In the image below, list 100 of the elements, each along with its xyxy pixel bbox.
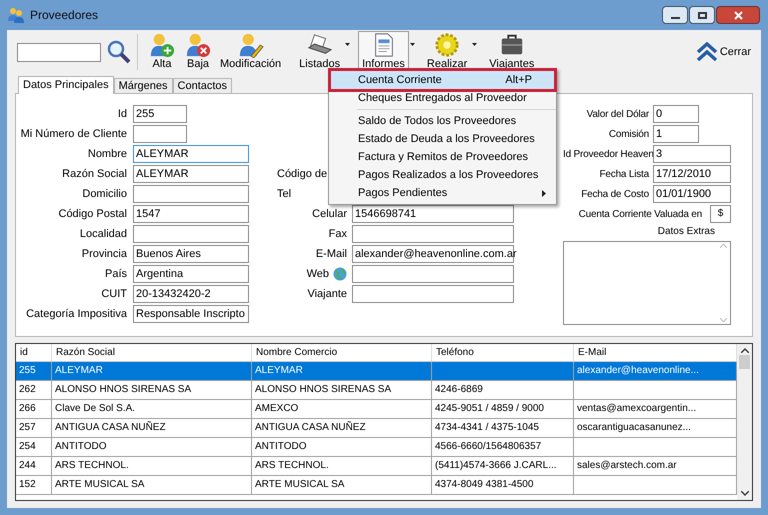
text-field[interactable]: Responsable Inscripto xyxy=(133,305,249,323)
globe-icon[interactable] xyxy=(333,267,347,281)
table-cell: 4566-6660/1564806357 xyxy=(432,438,574,456)
menu-item[interactable]: Pagos Pendientes xyxy=(331,184,554,202)
text-field[interactable]: 1547 xyxy=(133,205,249,223)
dropdown-arrow-icon[interactable] xyxy=(345,42,350,46)
text-field[interactable]: ALEYMAR xyxy=(133,165,249,183)
table-row[interactable]: 152 ARTE MUSICAL SA ARTE MUSICAL SA 4374-8049 4381-4500 xyxy=(16,476,737,495)
column-header[interactable]: Teléfono xyxy=(432,344,574,361)
scroll-down-icon[interactable] xyxy=(740,491,748,496)
text-field[interactable]: 17/12/2010 xyxy=(653,165,731,183)
toolbar-button[interactable]: Realizar xyxy=(422,31,472,73)
toolbar-button[interactable]: Baja xyxy=(180,31,216,73)
text-field[interactable]: 20-13432420-2 xyxy=(133,285,249,303)
menu-item[interactable]: Saldo de Todos los Proveedores xyxy=(331,112,554,130)
dropdown-arrow-icon[interactable] xyxy=(410,42,415,46)
table-row[interactable]: 255 ALEYMAR ALEYMAR alexander@heavenonline... xyxy=(16,362,737,381)
user-add-icon xyxy=(148,32,176,58)
currency-field[interactable]: $ xyxy=(710,205,731,223)
menu-item[interactable]: Pagos Realizados a los Proveedores xyxy=(331,166,554,184)
text-field[interactable]: 1546698741 xyxy=(352,205,514,223)
table-cell: ANTIGUA CASA NUÑEZ xyxy=(252,419,432,437)
text-field[interactable]: 1 xyxy=(653,125,699,143)
table-cell: ANTIGUA CASA NUÑEZ xyxy=(52,419,252,437)
field-label: Domicilio xyxy=(81,186,127,202)
menu-item[interactable]: Factura y Remitos de Proveedores xyxy=(331,148,554,166)
field-label: Cuenta Corriente Valuada en xyxy=(578,208,702,222)
text-field[interactable] xyxy=(133,185,249,203)
tab[interactable]: Contactos xyxy=(172,78,232,94)
table-cell: (5411)4574-3666 J.CARL... xyxy=(432,457,574,475)
text-field[interactable]: 01/01/1900 xyxy=(653,185,731,203)
field-label: Fecha Lista xyxy=(598,168,649,182)
field-label: Web xyxy=(306,266,329,282)
table-cell: ANTITODO xyxy=(252,438,432,456)
tab[interactable]: Datos Principales xyxy=(18,76,114,94)
text-field[interactable]: Buenos Aires xyxy=(133,245,249,263)
user-remove-icon xyxy=(184,32,212,58)
field-label: Tel xyxy=(277,186,292,202)
close-icon xyxy=(734,10,742,20)
table-cell: 244 xyxy=(16,457,52,475)
toolbar-button[interactable]: Alta xyxy=(144,31,180,73)
text-area[interactable] xyxy=(563,241,731,325)
field-label: Valor del Dólar xyxy=(586,108,649,122)
text-field[interactable] xyxy=(352,225,514,243)
table-cell: 254 xyxy=(16,438,52,456)
table-cell: ARTE MUSICAL SA xyxy=(252,476,432,494)
minimize-button[interactable] xyxy=(662,6,688,24)
field-label: E-Mail xyxy=(316,246,347,262)
text-field[interactable] xyxy=(133,125,187,143)
field-label: Nombre xyxy=(86,146,127,162)
text-field[interactable]: ALEYMAR xyxy=(133,145,249,163)
close-window-button[interactable]: Cerrar xyxy=(696,42,753,62)
table-cell: 4734-4341 / 4375-1045 xyxy=(432,419,574,437)
text-field[interactable]: 0 xyxy=(653,105,699,123)
table-cell: 4374-8049 4381-4500 xyxy=(432,476,574,494)
table-cell: ARTE MUSICAL SA xyxy=(52,476,252,494)
table-row[interactable]: 266 Clave De Sol S.A. AMEXCO 4245-9051 / 4859 / 9000 ventas@amexcoargentin... xyxy=(16,400,737,419)
table-cell: ARS TECHNOL. xyxy=(252,457,432,475)
menu-item[interactable]: Cuenta Corriente Alt+P xyxy=(331,71,554,89)
menu-item[interactable]: Estado de Deuda a los Proveedores xyxy=(331,130,554,148)
table-cell: AMEXCO xyxy=(252,400,432,418)
scroll-up-icon[interactable] xyxy=(740,348,748,353)
menu-item[interactable]: Cheques Entregados al Proveedor xyxy=(331,89,554,107)
table-cell: 4246-6869 xyxy=(432,381,574,399)
text-field[interactable] xyxy=(133,225,249,243)
search-icon[interactable] xyxy=(107,40,131,64)
column-header[interactable]: id xyxy=(16,344,52,361)
table-cell: Clave De Sol S.A. xyxy=(52,400,252,418)
table-cell: 257 xyxy=(16,419,52,437)
table-cell: 262 xyxy=(16,381,52,399)
field-label: Provincia xyxy=(80,246,127,262)
table-row[interactable]: 262 ALONSO HNOS SIRENAS SA ALONSO HNOS SIRENAS SA 4246-6869 xyxy=(16,381,737,400)
text-field[interactable] xyxy=(352,265,514,283)
table-cell: ALONSO HNOS SIRENAS SA xyxy=(252,381,432,399)
field-label: Fax xyxy=(328,226,347,242)
gear-icon xyxy=(433,32,462,58)
search-field[interactable] xyxy=(17,42,101,62)
text-field[interactable]: 3 xyxy=(653,145,731,163)
toolbar-button[interactable]: Modificación xyxy=(216,31,286,73)
close-button[interactable] xyxy=(716,6,760,24)
table-row[interactable]: 257 ANTIGUA CASA NUÑEZ ANTIGUA CASA NUÑEZ 4734-4341 / 4375-1045 oscarantiguacasanunez... xyxy=(16,419,737,438)
field-label: Mi Número de Cliente xyxy=(20,126,127,142)
text-field[interactable]: Argentina xyxy=(133,265,249,283)
tab[interactable]: Márgenes xyxy=(114,78,173,94)
text-field[interactable]: 255 xyxy=(133,105,187,123)
table-row[interactable]: 254 ANTITODO ANTITODO 4566-6660/1564806357 xyxy=(16,438,737,457)
dropdown-arrow-icon[interactable] xyxy=(472,42,478,46)
column-header[interactable]: Razón Social xyxy=(52,344,252,361)
maximize-button[interactable] xyxy=(689,6,715,24)
scroll-thumb[interactable] xyxy=(739,355,750,369)
table-cell: ALEYMAR xyxy=(252,362,432,380)
table-cell: 255 xyxy=(16,362,52,380)
double-chevron-up-icon xyxy=(696,42,718,62)
scrollbar[interactable] xyxy=(737,344,752,500)
table-row[interactable]: 244 ARS TECHNOL. ARS TECHNOL. (5411)4574-3666 J.CARL... sales@arstech.com.ar xyxy=(16,457,737,476)
column-header[interactable]: Nombre Comercio xyxy=(252,344,432,361)
text-field[interactable]: alexander@heavenonline.com.ar xyxy=(352,245,514,263)
text-field[interactable] xyxy=(352,285,514,303)
field-label: Localidad xyxy=(78,226,127,242)
field-label: Viajante xyxy=(307,286,347,302)
